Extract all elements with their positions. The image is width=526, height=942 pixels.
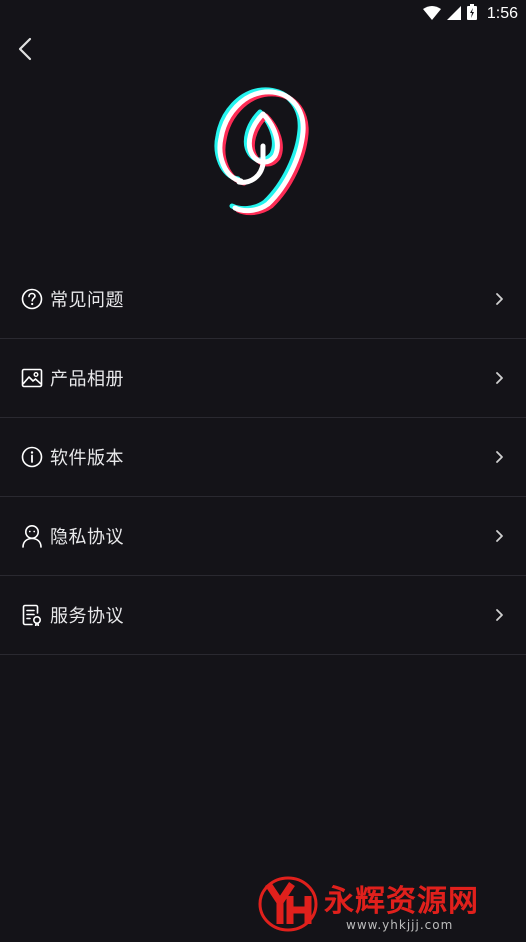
watermark-text: 永辉资源网 <box>324 884 479 919</box>
menu-item-label: 隐私协议 <box>50 527 124 548</box>
chevron-right-icon <box>494 291 506 307</box>
menu-item-privacy-policy[interactable]: 隐私协议 <box>0 497 526 576</box>
app-logo-icon <box>213 86 313 216</box>
status-time: 1:56 <box>486 5 518 22</box>
menu-item-software-version[interactable]: 软件版本 <box>0 418 526 497</box>
chevron-right-icon <box>494 607 506 623</box>
menu-item-label: 产品相册 <box>50 369 124 390</box>
signal-icon <box>446 5 461 24</box>
status-icons: 1:56 <box>422 4 518 24</box>
document-icon <box>20 603 44 627</box>
chevron-left-icon <box>17 37 33 65</box>
menu-item-label: 常见问题 <box>50 290 124 311</box>
menu-item-service-agreement[interactable]: 服务协议 <box>0 576 526 655</box>
watermark: 永辉资源网 www.yhkjjj.com <box>256 874 506 938</box>
menu-item-product-album[interactable]: 产品相册 <box>0 339 526 418</box>
image-icon <box>20 366 44 390</box>
user-icon <box>20 524 44 548</box>
wifi-icon <box>422 5 441 24</box>
chevron-right-icon <box>494 370 506 386</box>
chevron-right-icon <box>494 528 506 544</box>
watermark-url: www.yhkjjj.com <box>346 918 454 932</box>
battery-icon <box>466 4 477 24</box>
back-button[interactable] <box>10 34 40 68</box>
menu-item-label: 服务协议 <box>50 606 124 627</box>
menu-item-faq[interactable]: 常见问题 <box>0 260 526 339</box>
status-bar: 1:56 <box>0 0 526 28</box>
chevron-right-icon <box>494 449 506 465</box>
menu-list: 常见问题 产品相册 软件版本 隐私协议 服务协议 <box>0 260 526 655</box>
info-circle-icon <box>20 445 44 469</box>
help-circle-icon <box>20 287 44 311</box>
menu-item-label: 软件版本 <box>50 448 124 469</box>
